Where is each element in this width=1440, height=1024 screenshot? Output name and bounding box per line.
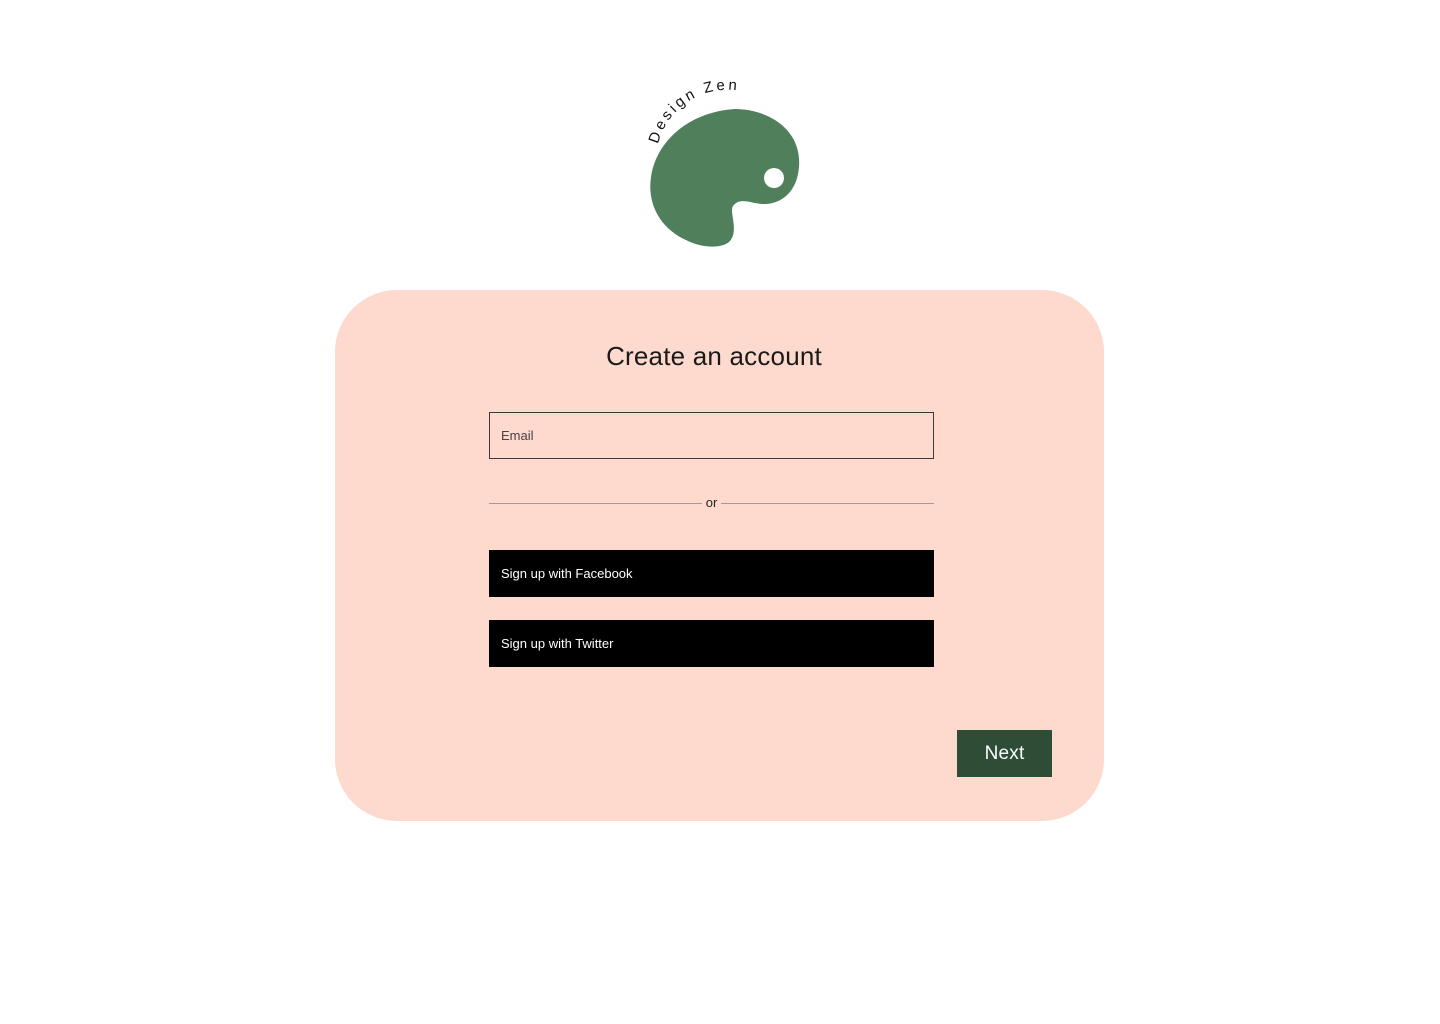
page-title: Create an account: [606, 341, 822, 371]
signup-card: Create an account or Sign up with Facebo…: [335, 290, 1104, 821]
next-button[interactable]: Next: [957, 730, 1052, 777]
divider-line-right: [721, 502, 934, 504]
email-field[interactable]: [489, 412, 934, 459]
brand-logo: Design Zen: [640, 80, 810, 255]
divider-line-left: [489, 502, 702, 504]
palette-icon: Design Zen: [645, 80, 800, 247]
palette-hole: [764, 168, 784, 188]
facebook-signup-button[interactable]: Sign up with Facebook: [489, 550, 934, 597]
twitter-signup-button[interactable]: Sign up with Twitter: [489, 620, 934, 667]
or-divider: or: [489, 492, 934, 512]
divider-text: or: [705, 494, 718, 510]
